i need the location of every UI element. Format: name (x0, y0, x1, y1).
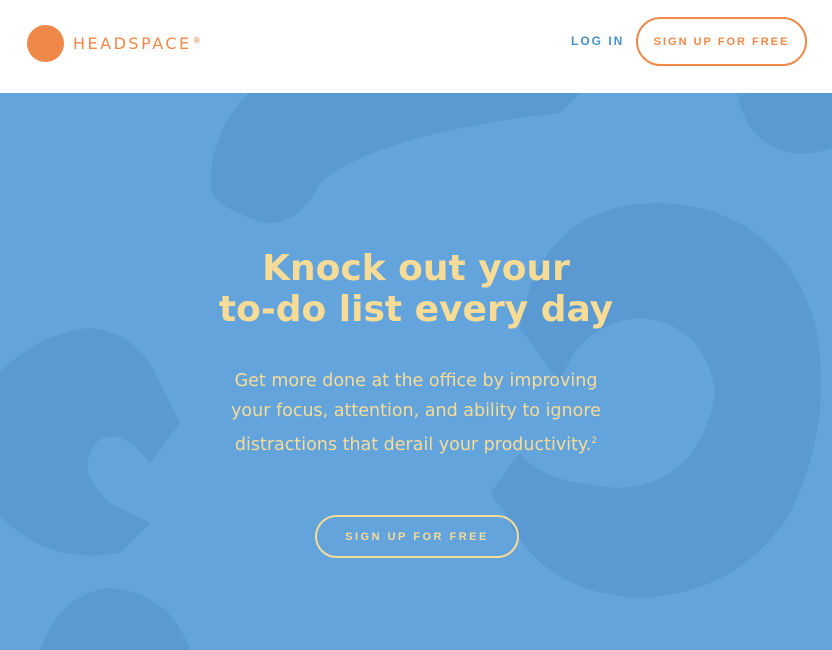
headspace-logo[interactable]: HEADSPACE® (27, 25, 203, 62)
headline-line-1: Knock out your (262, 248, 570, 289)
logo-registered-mark: ® (192, 35, 204, 45)
header-signup-button[interactable]: SIGN UP FOR FREE (636, 17, 807, 66)
bg-shape-top (210, 93, 580, 223)
site-header: HEADSPACE® LOG IN SIGN UP FOR FREE (0, 0, 832, 93)
hero-section: Knock out your to-do list every day Get … (0, 93, 832, 650)
hero-headline: Knock out your to-do list every day (0, 248, 832, 330)
logo-dot-icon (27, 25, 64, 62)
login-link[interactable]: LOG IN (571, 34, 624, 48)
footnote-marker: 2 (591, 436, 598, 446)
hero-signup-button[interactable]: SIGN UP FOR FREE (315, 515, 519, 558)
bg-shape-left (0, 328, 180, 556)
logo-wordmark: HEADSPACE® (73, 34, 203, 53)
logo-text: HEADSPACE (73, 34, 192, 53)
hero-subtext-body: Get more done at the office by improving… (231, 371, 601, 455)
bg-shape-corner (736, 93, 832, 154)
bg-shape-bottom (40, 588, 190, 650)
headline-line-2: to-do list every day (218, 289, 614, 330)
hero-subtext: Get more done at the office by improving… (216, 366, 616, 460)
